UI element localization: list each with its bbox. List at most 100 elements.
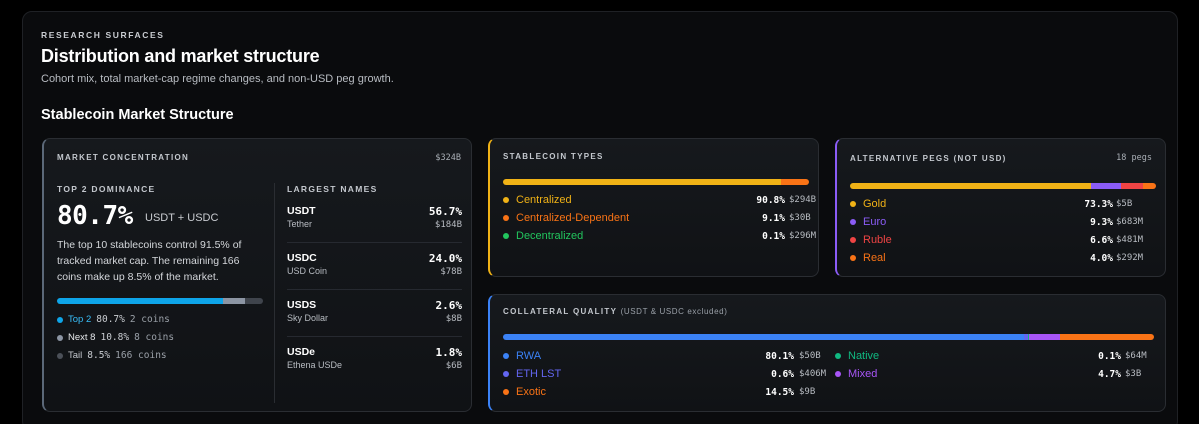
bar-segment <box>1121 183 1143 189</box>
dominance-value: 80.7% <box>57 201 133 231</box>
card-label-note: (USDT & USDC excluded) <box>620 307 728 316</box>
collateral-bar <box>503 334 1154 340</box>
item-name: Euro <box>863 216 887 228</box>
coin-symbol: USDC <box>287 252 317 264</box>
item-value: $481M <box>1116 235 1144 245</box>
card-label: MARKET CONCENTRATION <box>57 153 190 162</box>
legend-item: Next 8 10.8% 8 coins <box>57 332 174 343</box>
alternative-pegs-card: ALTERNATIVE PEGS (NOT USD) 18 pegs Gold 7… <box>835 138 1166 277</box>
item-dot <box>503 197 509 203</box>
item-dot <box>503 353 509 359</box>
legend-name: Top 2 <box>68 314 92 325</box>
legend-dot <box>57 352 63 359</box>
bar-segment <box>1142 183 1156 189</box>
item-value: $683M <box>1116 217 1144 227</box>
largest-name-row: USDC USD Coin 24.0% $78B <box>287 252 462 290</box>
coin-symbol: USDT <box>287 205 316 217</box>
legend-count: 166 coins <box>115 350 167 361</box>
breakdown-item: Centralized 90.8% $294B <box>503 193 839 207</box>
stablecoin-types-card: STABLECOIN TYPES Centralized 90.8% $294B Ce… <box>488 138 819 277</box>
bar-segment <box>780 179 809 185</box>
coin-name: USD Coin <box>287 266 328 276</box>
legend-dot <box>57 334 63 341</box>
legend-count: 8 coins <box>134 332 175 343</box>
breakdown-item: RWA 80.1% $50B <box>503 349 849 363</box>
item-value: $50B <box>799 351 821 361</box>
card-label-text: COLLATERAL QUALITY <box>503 307 618 316</box>
item-value: $406M <box>799 369 827 379</box>
bar-segment <box>1090 183 1122 189</box>
bar-segment <box>57 298 224 304</box>
breakdown-item: Exotic 14.5% $9B <box>503 385 849 399</box>
item-pct: 4.7% <box>1098 368 1121 380</box>
item-name: Centralized <box>516 194 572 206</box>
coin-share: 24.0% <box>428 252 462 265</box>
item-value: $30B <box>789 213 811 223</box>
item-name: ETH LST <box>516 368 562 380</box>
item-name: Ruble <box>863 234 892 246</box>
breakdown-item: Real 4.0% $292M <box>850 251 1166 265</box>
coin-symbol: USDS <box>287 299 317 311</box>
total-market-cap: $324B <box>435 153 461 163</box>
bar-segment <box>1059 334 1154 340</box>
peg-count: 18 pegs <box>1116 153 1152 163</box>
item-value: $5B <box>1116 199 1133 209</box>
breakdown-item: Centralized-Dependent 9.1% $30B <box>503 211 839 225</box>
item-dot <box>503 389 509 395</box>
coin-symbol: USDe <box>287 346 316 358</box>
item-pct: 14.5% <box>765 386 794 398</box>
breakdown-item: Euro 9.3% $683M <box>850 215 1166 229</box>
bar-segment <box>850 183 1091 189</box>
largest-name-row: USDS Sky Dollar 2.6% $8B <box>287 299 462 337</box>
largest-name-row: USDe Ethena USDe 1.8% $6B <box>287 346 462 384</box>
coin-market-cap: $184B <box>434 220 462 230</box>
column-divider <box>274 183 275 403</box>
item-dot <box>503 233 509 239</box>
item-name: Exotic <box>516 386 546 398</box>
coin-share: 1.8% <box>435 346 463 359</box>
bar-segment <box>503 334 1025 340</box>
breakdown-item: ETH LST 0.6% $406M <box>503 367 849 381</box>
item-pct: 80.1% <box>765 350 794 362</box>
item-name: RWA <box>516 350 542 362</box>
coin-name: Sky Dollar <box>287 313 329 323</box>
item-dot <box>850 255 856 261</box>
item-pct: 9.3% <box>1090 216 1113 228</box>
item-value: $3B <box>1125 369 1142 379</box>
item-pct: 0.6% <box>771 368 794 380</box>
section-title: Stablecoin Market Structure <box>41 107 234 123</box>
coin-market-cap: $8B <box>445 314 462 324</box>
bar-segment <box>503 179 781 185</box>
dominance-tag: USDT + USDC <box>145 212 219 224</box>
page-title: Distribution and market structure <box>41 46 320 66</box>
breakdown-item: Mixed 4.7% $3B <box>835 367 1175 381</box>
item-value: $294B <box>789 195 817 205</box>
item-dot <box>835 371 841 377</box>
bar-segment <box>1028 334 1060 340</box>
concentration-bar <box>57 298 263 304</box>
coin-market-cap: $78B <box>440 267 462 277</box>
item-pct: 0.1% <box>762 230 785 242</box>
breakdown-item: Ruble 6.6% $481M <box>850 233 1166 247</box>
item-name: Mixed <box>848 368 878 380</box>
item-pct: 9.1% <box>762 212 785 224</box>
item-dot <box>503 215 509 221</box>
legend-name: Tail <box>68 350 83 361</box>
item-dot <box>503 371 509 377</box>
item-value: $292M <box>1116 253 1144 263</box>
bar-segment <box>223 298 246 304</box>
collateral-quality-card: COLLATERAL QUALITY (USDT & USDC excluded… <box>488 294 1166 412</box>
legend-dot <box>57 316 63 323</box>
coin-name: Ethena USDe <box>287 360 343 370</box>
legend-count: 2 coins <box>129 314 170 325</box>
legend-pct: 80.7% <box>96 314 125 325</box>
card-label: ALTERNATIVE PEGS (NOT USD) <box>850 154 1007 163</box>
coin-share: 56.7% <box>428 205 462 218</box>
item-dot <box>835 353 841 359</box>
largest-names-label: LARGEST NAMES <box>287 184 378 194</box>
card-label: STABLECOIN TYPES <box>503 152 604 161</box>
item-dot <box>850 201 856 207</box>
breakdown-item: Decentralized 0.1% $296M <box>503 229 839 243</box>
item-pct: 0.1% <box>1098 350 1121 362</box>
item-name: Centralized-Dependent <box>516 212 630 224</box>
